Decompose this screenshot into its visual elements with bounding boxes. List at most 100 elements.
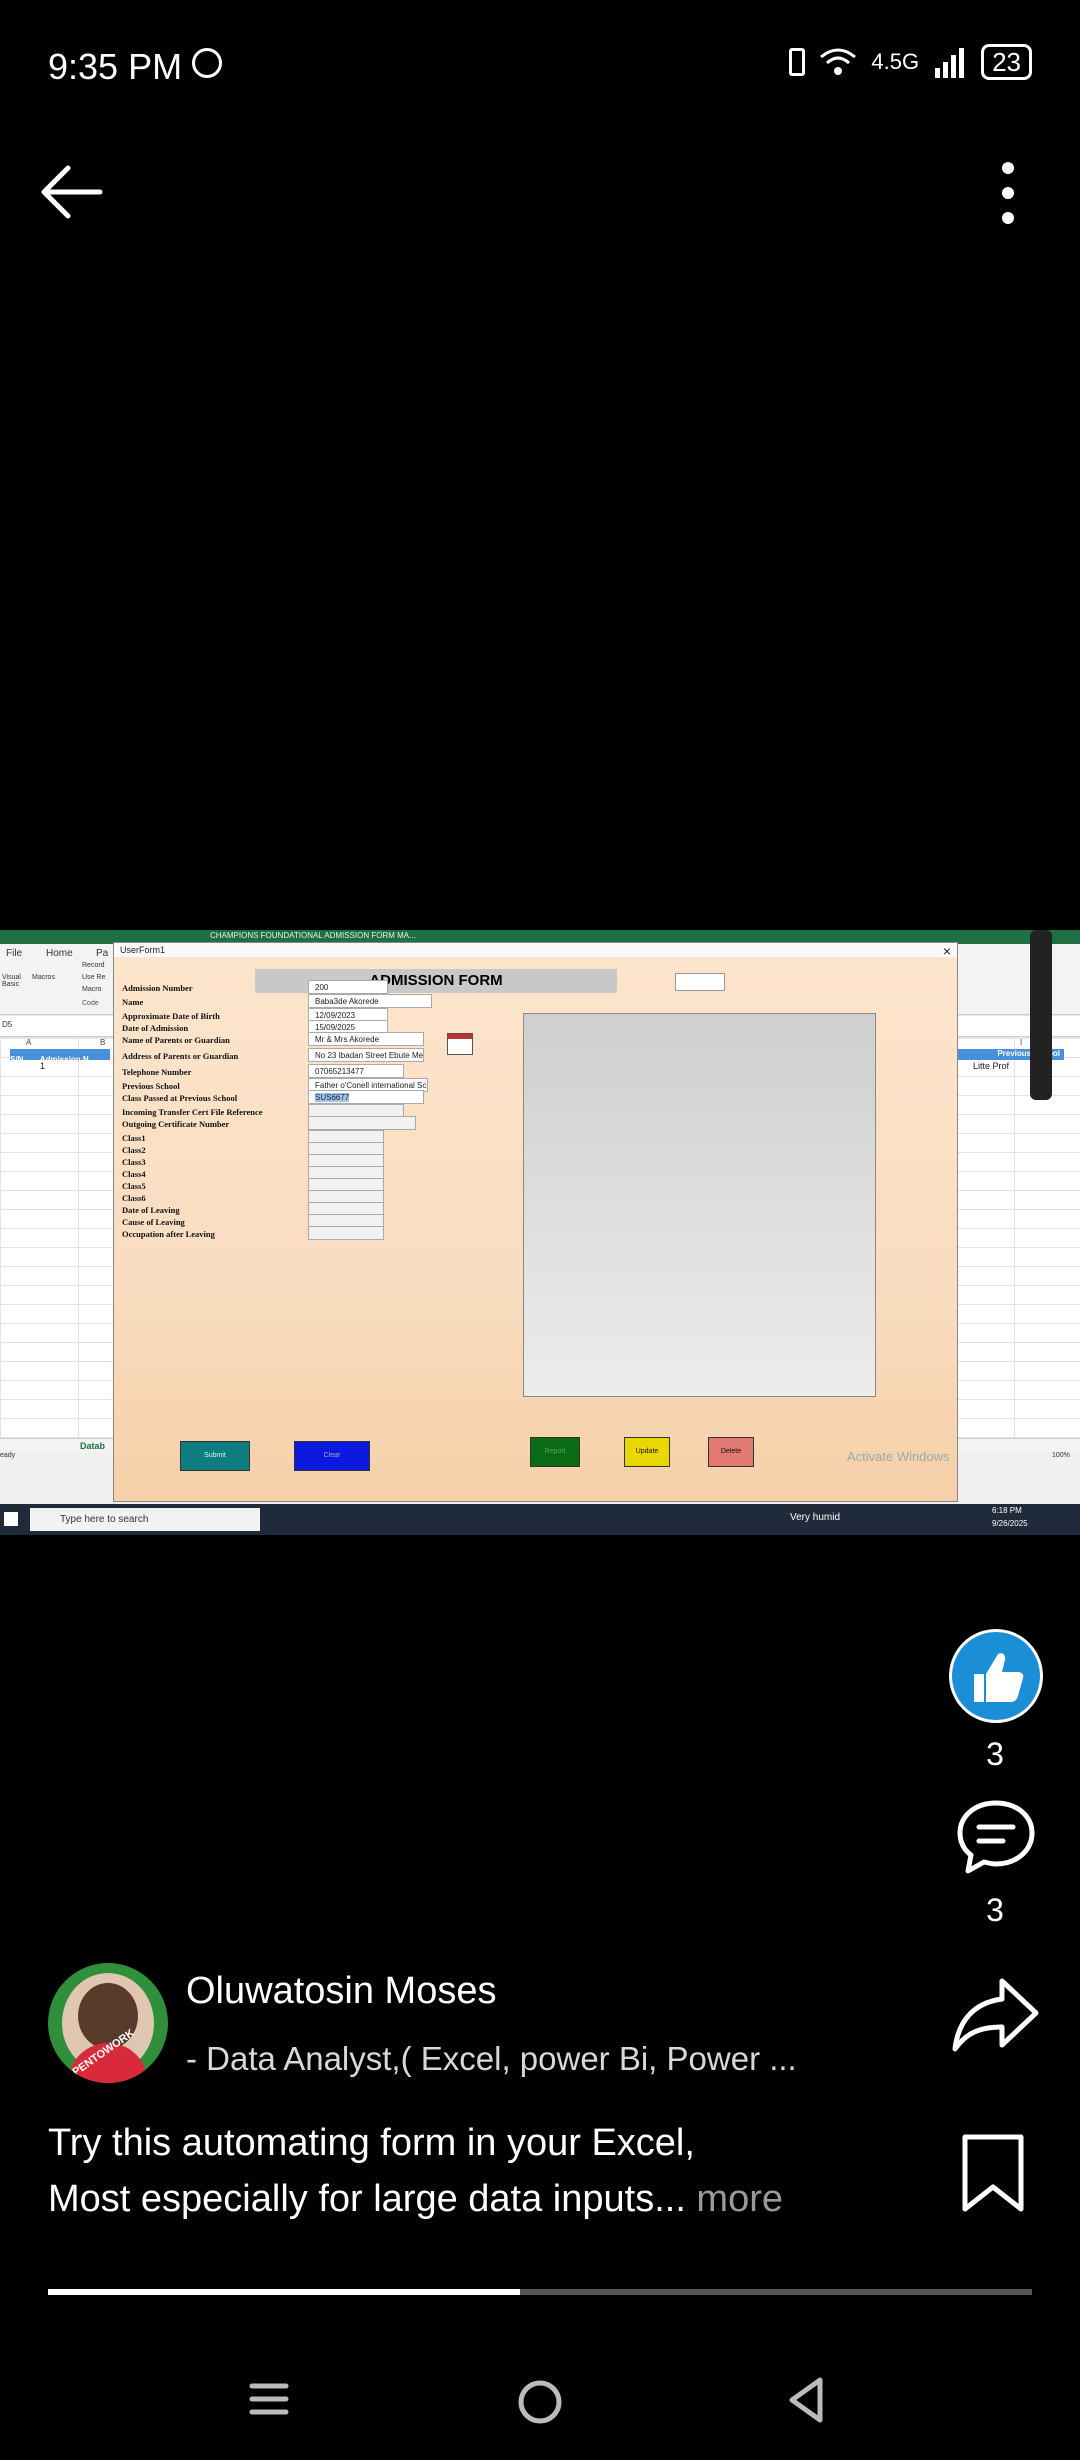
use-relative-button[interactable]: Use Re bbox=[82, 974, 105, 981]
avatar[interactable]: #OPENTOWORK bbox=[48, 1963, 168, 2083]
video-progress-bar[interactable] bbox=[48, 2289, 1032, 2295]
report-button[interactable]: Report bbox=[530, 1437, 580, 1467]
field-input[interactable]: Mr & Mrs Akorede bbox=[308, 1032, 424, 1046]
field-label: Incoming Transfer Cert File Reference bbox=[122, 1107, 263, 1117]
macros-button[interactable]: Macros bbox=[32, 974, 55, 981]
field-input[interactable] bbox=[308, 1116, 416, 1130]
search-box[interactable] bbox=[675, 973, 725, 991]
field-input[interactable] bbox=[308, 1226, 384, 1240]
taskbar-date: 9/26/2025 bbox=[992, 1519, 1028, 1528]
visual-basic-button[interactable]: Visual Basic bbox=[2, 974, 28, 988]
cell-i2[interactable]: Litte Prof bbox=[973, 1061, 1009, 1071]
field-label: Class3 bbox=[122, 1157, 146, 1167]
back-arrow-icon[interactable] bbox=[38, 162, 104, 222]
field-input[interactable]: Baba3de Akorede bbox=[308, 994, 432, 1008]
header-admission: Admission N bbox=[39, 1055, 89, 1064]
taskbar-time: 6:18 PM bbox=[992, 1506, 1022, 1515]
header-row-left: S/N Admission N bbox=[10, 1049, 110, 1064]
ribbon-tab-page[interactable]: Pa bbox=[96, 948, 108, 959]
recorder-toolbar[interactable] bbox=[1030, 930, 1052, 1100]
comment-icon[interactable] bbox=[955, 1797, 1037, 1879]
zoom-level: 100% bbox=[1052, 1452, 1070, 1459]
sheet-tab-database[interactable]: Datab bbox=[80, 1441, 105, 1451]
share-icon[interactable] bbox=[950, 1975, 1040, 2055]
field-value: 07065213477 bbox=[315, 1067, 364, 1076]
field-label: Outgoing Certificate Number bbox=[122, 1119, 230, 1129]
more-link[interactable]: more bbox=[686, 2178, 783, 2220]
field-label: Approximate Date of Birth bbox=[122, 1011, 220, 1021]
ribbon-group-code: Code bbox=[82, 1000, 99, 1007]
windows-start-icon[interactable] bbox=[4, 1512, 18, 1526]
ribbon-tab-home[interactable]: Home bbox=[46, 948, 73, 959]
field-label: Telephone Number bbox=[122, 1067, 192, 1077]
more-options-icon[interactable] bbox=[996, 160, 1020, 226]
field-label: Name bbox=[122, 997, 144, 1007]
field-label: Class4 bbox=[122, 1169, 146, 1179]
taskbar-search[interactable]: Type here to search bbox=[30, 1508, 260, 1531]
field-label: Class Passed at Previous School bbox=[122, 1093, 238, 1103]
field-label: Class6 bbox=[122, 1193, 146, 1203]
field-input[interactable]: 07065213477 bbox=[308, 1064, 404, 1078]
field-label: Occupation after Leaving bbox=[122, 1229, 215, 1239]
field-label: Cause of Leaving bbox=[122, 1217, 185, 1227]
like-button[interactable] bbox=[949, 1629, 1043, 1723]
bookmark-icon[interactable] bbox=[957, 2131, 1029, 2215]
field-value: 12/09/2023 bbox=[315, 1011, 356, 1020]
video-frame[interactable]: CHAMPIONS FOUNDATIONAL ADMISSION FORM MA… bbox=[0, 930, 1080, 1535]
userform-title: UserForm1 bbox=[120, 945, 166, 955]
field-label: Class2 bbox=[122, 1145, 146, 1155]
name-box[interactable]: D5 bbox=[2, 1020, 12, 1029]
macro-security-button[interactable]: Macro bbox=[82, 986, 101, 993]
field-value: Mr & Mrs Akorede bbox=[315, 1035, 380, 1044]
clear-button[interactable]: Clear bbox=[294, 1441, 370, 1471]
ribbon-tab-file[interactable]: File bbox=[6, 948, 22, 959]
field-value: 15/09/2025 bbox=[315, 1023, 356, 1032]
field-label: Date of Admission bbox=[122, 1023, 189, 1033]
network-type: 4.5G bbox=[871, 49, 920, 74]
like-count: 3 bbox=[986, 1736, 1004, 1772]
back-icon[interactable] bbox=[786, 2376, 826, 2424]
field-value: No 23 Ibadan Street Ebute Meta East, Lag… bbox=[315, 1051, 424, 1060]
delete-button[interactable]: Delete bbox=[708, 1437, 754, 1467]
caption-line-2: Most especially for large data inputs... bbox=[48, 2178, 686, 2220]
weather-text: Very humid bbox=[790, 1512, 841, 1523]
ready-status: eady bbox=[0, 1452, 16, 1459]
header-sn: S/N bbox=[10, 1055, 24, 1064]
recent-apps-icon[interactable] bbox=[248, 2378, 290, 2420]
status-indicators: 4.5G 23 bbox=[789, 44, 1032, 80]
field-value: SUS6677 bbox=[315, 1093, 350, 1102]
home-icon[interactable] bbox=[516, 2378, 564, 2426]
field-value: 200 bbox=[315, 983, 329, 992]
col-header-i: I bbox=[1020, 1038, 1023, 1047]
update-button[interactable]: Update bbox=[624, 1437, 670, 1467]
author-headline: - Data Analyst,( Excel, power Bi, Power … bbox=[186, 2040, 797, 2077]
author-name[interactable]: Oluwatosin Moses bbox=[186, 1970, 496, 2013]
field-label: Address of Parents or Guardian bbox=[122, 1051, 239, 1061]
field-value: Father o'Conell international School bbox=[315, 1081, 427, 1090]
userform-body: ADMISSION FORM Admission Number 200 Name Ba… bbox=[114, 957, 957, 1501]
windows-taskbar: Type here to search Very humid 6:18 PM 9… bbox=[0, 1504, 1080, 1535]
field-label: Date of Leaving bbox=[122, 1205, 180, 1215]
video-progress-fill bbox=[48, 2289, 521, 2295]
col-header-a: A bbox=[26, 1038, 32, 1047]
comment-count: 3 bbox=[986, 1892, 1004, 1928]
field-input[interactable]: 200 bbox=[308, 980, 388, 994]
vibrate-icon bbox=[789, 48, 806, 76]
whatsapp-status-icon bbox=[192, 48, 222, 78]
field-label: Class1 bbox=[122, 1133, 146, 1143]
submit-button[interactable]: Submit bbox=[180, 1441, 250, 1471]
thumbs-up-icon bbox=[974, 1653, 1024, 1702]
cell-a2[interactable]: 1 bbox=[40, 1061, 45, 1071]
status-time: 9:35 PM bbox=[48, 46, 183, 87]
record-macro-button[interactable]: Record bbox=[82, 962, 105, 969]
calendar-icon[interactable] bbox=[447, 1033, 473, 1055]
signal-icon bbox=[935, 48, 965, 78]
post-caption[interactable]: Try this automating form in your Excel, … bbox=[48, 2115, 888, 2227]
excel-title: CHAMPIONS FOUNDATIONAL ADMISSION FORM MA… bbox=[210, 931, 416, 940]
field-value: Baba3de Akorede bbox=[315, 997, 379, 1006]
field-label: Previous School bbox=[122, 1081, 180, 1091]
field-input[interactable]: No 23 Ibadan Street Ebute Meta East, Lag… bbox=[308, 1048, 424, 1062]
photo-frame bbox=[523, 1013, 876, 1397]
wifi-icon bbox=[820, 48, 857, 75]
field-input[interactable]: SUS6677 bbox=[308, 1090, 424, 1104]
